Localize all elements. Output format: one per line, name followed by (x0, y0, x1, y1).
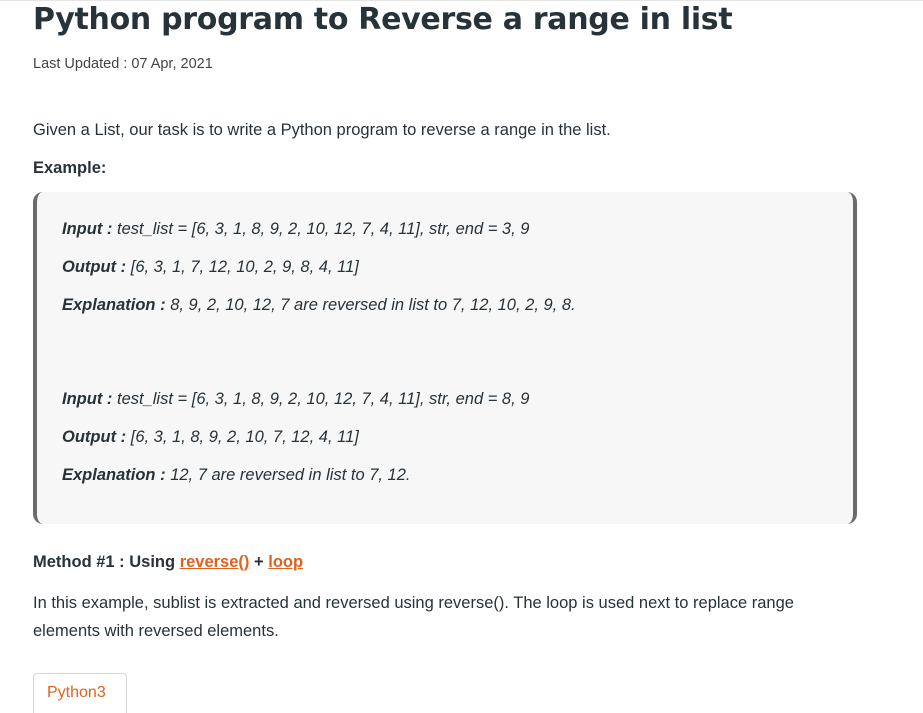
input-value: test_list = [6, 3, 1, 8, 9, 2, 10, 12, 7… (117, 390, 530, 408)
reverse-link[interactable]: reverse() (180, 553, 250, 571)
input-value: test_list = [6, 3, 1, 8, 9, 2, 10, 12, 7… (117, 220, 530, 238)
explanation-value: 8, 9, 2, 10, 12, 7 are reversed in list … (170, 296, 576, 314)
example-2-output: Output : [6, 3, 1, 8, 9, 2, 10, 7, 12, 4… (62, 428, 359, 447)
loop-link[interactable]: loop (268, 553, 303, 571)
explanation-label: Explanation : (62, 466, 166, 484)
top-divider (0, 0, 923, 1)
method-description: In this example, sublist is extracted an… (33, 594, 794, 640)
method-heading: Method #1 : Using reverse() + loop (33, 553, 303, 572)
page-title: Python program to Reverse a range in lis… (33, 2, 733, 37)
example-1-explanation: Explanation : 8, 9, 2, 10, 12, 7 are rev… (62, 296, 576, 315)
output-label: Output : (62, 428, 127, 446)
code-tab-python3[interactable]: Python3 (33, 673, 127, 713)
intro-paragraph: Given a List, our task is to write a Pyt… (33, 121, 611, 139)
example-1-input: Input : test_list = [6, 3, 1, 8, 9, 2, 1… (62, 220, 529, 239)
example-1-output: Output : [6, 3, 1, 7, 12, 10, 2, 9, 8, 4… (62, 258, 359, 277)
output-value: [6, 3, 1, 8, 9, 2, 10, 7, 12, 4, 11] (130, 428, 359, 446)
example-2-explanation: Explanation : 12, 7 are reversed in list… (62, 466, 411, 485)
example-2-input: Input : test_list = [6, 3, 1, 8, 9, 2, 1… (62, 390, 529, 409)
example-box: Input : test_list = [6, 3, 1, 8, 9, 2, 1… (33, 192, 857, 524)
last-updated: Last Updated : 07 Apr, 2021 (33, 56, 213, 72)
method-prefix: Method #1 : Using (33, 553, 176, 571)
method-plus: + (254, 553, 264, 571)
explanation-value: 12, 7 are reversed in list to 7, 12. (170, 466, 411, 484)
output-value: [6, 3, 1, 7, 12, 10, 2, 9, 8, 4, 11] (130, 258, 359, 276)
example-heading: Example: (33, 159, 107, 177)
explanation-label: Explanation : (62, 296, 166, 314)
input-label: Input : (62, 390, 113, 408)
input-label: Input : (62, 220, 113, 238)
output-label: Output : (62, 258, 127, 276)
